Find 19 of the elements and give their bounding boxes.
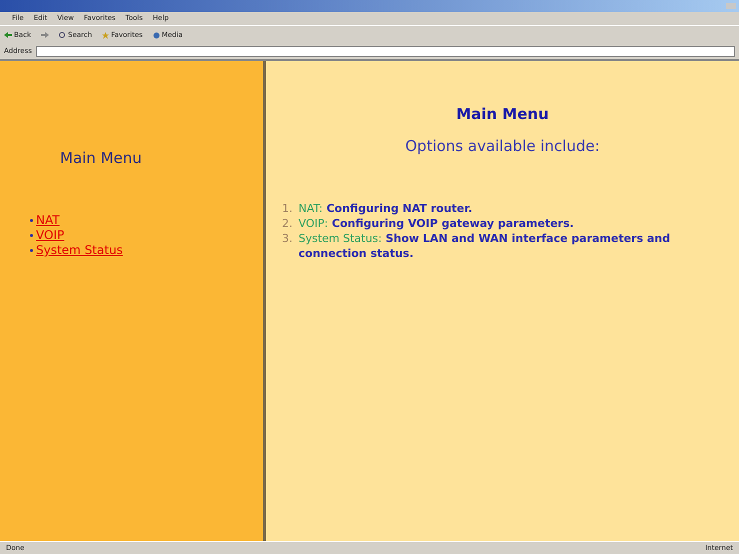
search-icon — [59, 32, 66, 38]
forward-arrow-icon — [41, 32, 49, 38]
page-title: Main Menu — [456, 105, 549, 123]
list-number: 2. — [282, 216, 292, 231]
back-arrow-icon — [4, 32, 12, 38]
star-icon — [102, 32, 110, 38]
address-field[interactable] — [36, 46, 735, 57]
list-number: 3. — [282, 231, 292, 247]
list-number: 1. — [282, 201, 292, 216]
option-text: VOIP: Configuring VOIP gateway parameters. — [298, 216, 574, 231]
bullet-icon — [30, 234, 33, 237]
bullet-icon — [30, 219, 33, 222]
subtitle: Options available include: — [405, 137, 600, 155]
option-text: NAT: Configuring NAT router. — [298, 201, 472, 216]
option-text: System Status: Show LAN and WAN interface parameters and connection status. — [298, 231, 672, 261]
media-icon — [152, 32, 160, 38]
bullet-icon — [30, 249, 33, 252]
toolbar-button[interactable] — [41, 32, 49, 38]
sidebar-title: Main Menu — [60, 149, 143, 167]
